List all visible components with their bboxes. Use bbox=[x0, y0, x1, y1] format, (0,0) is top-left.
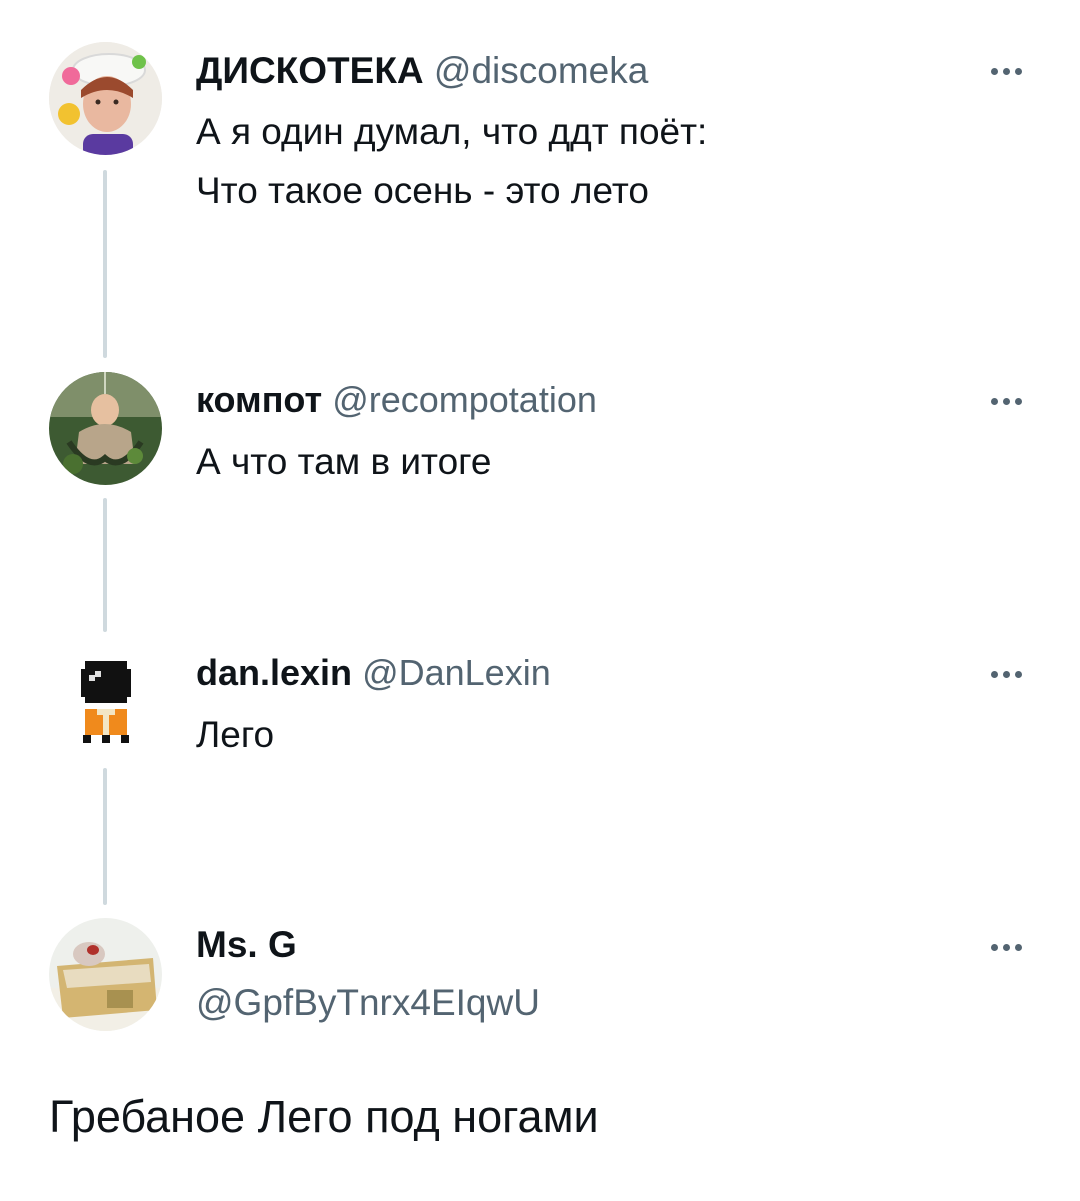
display-name[interactable]: компот bbox=[196, 379, 322, 420]
user-handle[interactable]: @discomeka bbox=[434, 50, 648, 91]
avatar[interactable] bbox=[49, 42, 162, 155]
display-name[interactable]: ДИСКОТЕКА bbox=[196, 50, 424, 91]
tweet-text: А я один думал, что ддт поёт: Что такое … bbox=[196, 102, 707, 220]
thread-connector-line bbox=[103, 170, 107, 358]
more-options-button[interactable] bbox=[980, 937, 1032, 957]
avatar[interactable] bbox=[49, 372, 162, 485]
tweet-text-line: А я один думал, что ддт поёт: bbox=[196, 111, 708, 152]
user-handle[interactable]: @DanLexin bbox=[362, 652, 551, 693]
more-horizontal-icon bbox=[1014, 943, 1022, 951]
tweet-header-handle-row: @GpfByTnrx4EIqwU bbox=[196, 984, 540, 1021]
thread-connector-line bbox=[103, 498, 107, 632]
main-tweet-text: Гребаное Лего под ногами bbox=[49, 1091, 599, 1142]
tweet-text: А что там в итоге bbox=[196, 432, 491, 491]
user-avatar-photo-icon bbox=[49, 42, 162, 155]
tweet-header: dan.lexin @DanLexin bbox=[196, 655, 551, 691]
avatar[interactable] bbox=[49, 645, 162, 758]
user-avatar-photo-icon bbox=[49, 372, 162, 485]
tweet-text-line: А что там в итоге bbox=[196, 441, 492, 482]
display-name[interactable]: dan.lexin bbox=[196, 652, 352, 693]
tweet-header: Ms. G bbox=[196, 926, 297, 963]
more-horizontal-icon bbox=[1014, 670, 1022, 678]
user-handle[interactable]: @recompotation bbox=[332, 379, 597, 420]
user-avatar-photo-icon bbox=[49, 918, 162, 1031]
tweet-header: компот @recompotation bbox=[196, 382, 597, 418]
pixel-art-avatar-icon bbox=[49, 645, 162, 758]
tweet-text: Лего bbox=[196, 705, 274, 764]
more-horizontal-icon bbox=[1014, 397, 1022, 405]
more-horizontal-icon bbox=[990, 397, 998, 405]
more-horizontal-icon bbox=[990, 943, 998, 951]
more-horizontal-icon bbox=[1002, 943, 1010, 951]
more-options-button[interactable] bbox=[980, 391, 1032, 411]
more-horizontal-icon bbox=[990, 67, 998, 75]
tweet-text-line: Лего bbox=[196, 714, 275, 755]
display-name[interactable]: Ms. G bbox=[196, 924, 297, 965]
more-horizontal-icon bbox=[1002, 67, 1010, 75]
user-handle[interactable]: @GpfByTnrx4EIqwU bbox=[196, 982, 540, 1023]
more-options-button[interactable] bbox=[980, 61, 1032, 81]
more-horizontal-icon bbox=[990, 670, 998, 678]
more-horizontal-icon bbox=[1002, 397, 1010, 405]
thread-connector-line bbox=[103, 768, 107, 905]
more-options-button[interactable] bbox=[980, 664, 1032, 684]
avatar[interactable] bbox=[49, 918, 162, 1031]
more-horizontal-icon bbox=[1002, 670, 1010, 678]
more-horizontal-icon bbox=[1014, 67, 1022, 75]
tweet-header: ДИСКОТЕКА @discomeka bbox=[196, 52, 648, 89]
tweet-text-line: Что такое осень - это лето bbox=[196, 170, 649, 211]
